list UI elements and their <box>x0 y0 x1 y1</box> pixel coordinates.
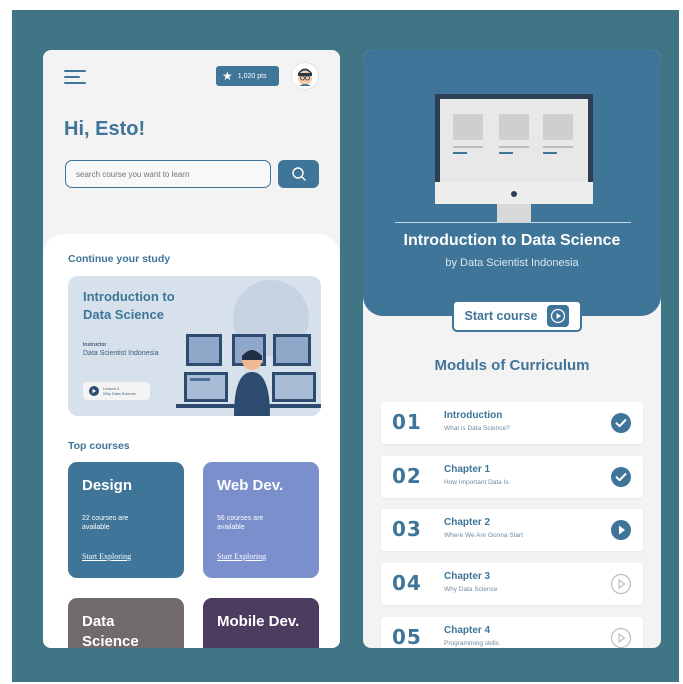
course-title: Introduction to Data Science <box>403 232 621 249</box>
top-courses-heading: Top courses <box>68 440 130 452</box>
greeting: Hi, Esto! <box>64 118 146 140</box>
module-title: Chapter 2 <box>444 517 491 528</box>
content-panel: Continue your study Introduction to Data… <box>43 234 340 648</box>
module-title: Chapter 4 <box>444 625 491 636</box>
search-input[interactable] <box>65 160 271 188</box>
module-title: Chapter 1 <box>444 464 491 475</box>
module-row[interactable]: 02 Chapter 1 How Important Data Is <box>381 456 643 498</box>
course-card-data-science[interactable]: Data Science <box>68 598 184 648</box>
module-title: Chapter 3 <box>444 571 491 582</box>
star-icon: ★ <box>222 69 233 83</box>
course-name: Web Dev. <box>217 477 284 494</box>
play-circle-icon[interactable] <box>610 519 632 541</box>
start-course-button[interactable]: Start course <box>452 300 582 332</box>
computer-illustration <box>435 94 593 222</box>
continue-course-card[interactable]: Introduction to Data Science Instructor … <box>68 276 321 416</box>
check-circle-icon <box>611 467 631 487</box>
module-row[interactable]: 04 Chapter 3 Why Data Science <box>381 563 643 605</box>
course-card-web-dev[interactable]: Web Dev. 56 courses are available Start … <box>203 462 319 578</box>
points-badge[interactable]: ★ 1,020 pts <box>216 66 279 86</box>
continue-heading: Continue your study <box>68 253 171 265</box>
module-row[interactable]: 05 Chapter 4 Programming skills <box>381 617 643 648</box>
module-number: 05 <box>392 625 422 648</box>
start-exploring-link[interactable]: Start Exploring <box>82 552 131 561</box>
start-exploring-link[interactable]: Start Exploring <box>217 552 266 561</box>
module-number: 02 <box>392 464 422 488</box>
module-subtitle: Programming skills <box>444 640 499 647</box>
hamburger-icon[interactable] <box>64 70 86 84</box>
course-instructor: by Data Scientist Indonesia <box>445 257 579 269</box>
module-subtitle: What is Data Science? <box>444 425 510 432</box>
module-title: Introduction <box>444 410 503 421</box>
module-subtitle: Where We Are Gonna Start <box>444 532 523 539</box>
play-outline-icon <box>610 627 632 648</box>
course-name: Data Science <box>82 613 139 648</box>
check-circle-icon <box>611 413 631 433</box>
module-subtitle: How Important Data Is <box>444 479 509 486</box>
play-icon <box>547 305 570 327</box>
module-number: 04 <box>392 571 422 595</box>
points-value: 1,020 pts <box>237 72 267 80</box>
play-icon <box>89 386 99 396</box>
instructor-label: Instructor <box>83 342 107 348</box>
course-card-mobile-dev[interactable]: Mobile Dev. <box>203 598 319 648</box>
module-number: 03 <box>392 517 422 541</box>
course-count: 56 courses are available <box>217 515 264 531</box>
avatar[interactable] <box>291 62 319 90</box>
monitors-illustration <box>176 280 321 416</box>
search-icon <box>291 167 306 181</box>
divider <box>395 222 631 223</box>
play-outline-icon <box>610 573 632 595</box>
home-screen: ★ 1,020 pts Hi, Esto! Continue your stud… <box>43 50 340 648</box>
start-course-label: Start course <box>464 309 538 323</box>
course-name: Design <box>82 477 133 494</box>
module-row[interactable]: 03 Chapter 2 Where We Are Gonna Start <box>381 509 643 551</box>
course-card-design[interactable]: Design 22 courses are available Start Ex… <box>68 462 184 578</box>
module-row[interactable]: 01 Introduction What is Data Science? <box>381 402 643 444</box>
instructor-name: Data Scientist Indonesia <box>83 350 159 357</box>
course-detail-screen: Introduction to Data Science by Data Sci… <box>363 50 661 648</box>
search-button[interactable] <box>278 160 319 188</box>
user-avatar-icon <box>298 68 312 86</box>
course-hero: Introduction to Data Science by Data Sci… <box>363 50 661 316</box>
course-name: Mobile Dev. <box>217 613 300 630</box>
course-count: 22 courses are available <box>82 515 129 531</box>
resume-lesson-name: Why Data Science <box>103 391 136 396</box>
curriculum-heading: Moduls of Curriculum <box>434 357 590 374</box>
module-number: 01 <box>392 410 422 434</box>
module-subtitle: Why Data Science <box>444 586 498 593</box>
resume-lesson-button[interactable]: Lesson 3 Why Data Science <box>83 382 150 400</box>
